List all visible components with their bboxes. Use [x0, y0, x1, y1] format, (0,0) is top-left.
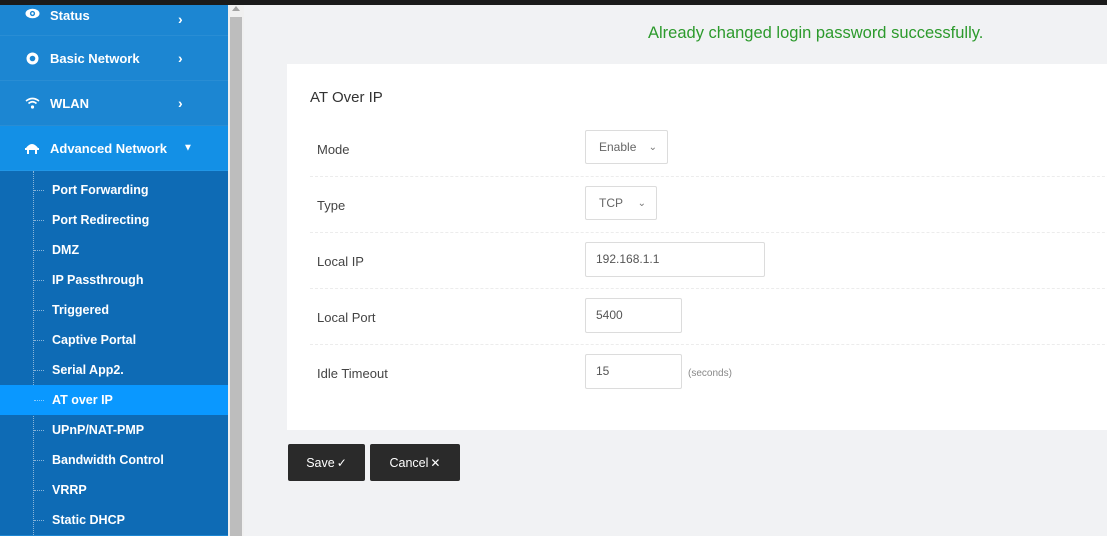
checkmark-icon: ✓	[336, 455, 347, 470]
chevron-down-icon: ⌄	[648, 142, 657, 153]
chevron-down-icon: ▼	[183, 142, 193, 154]
at-over-ip-card: AT Over IP Mode Enable ⌄ Type TCP ⌄ Loca…	[287, 64, 1107, 430]
idle-timeout-input[interactable]: 15	[585, 354, 682, 389]
chevron-right-icon: ›	[178, 11, 183, 27]
local-ip-label: Local IP	[317, 254, 364, 269]
type-select[interactable]: TCP ⌄	[585, 186, 657, 220]
cancel-button[interactable]: Cancel ✕	[370, 444, 460, 481]
cancel-button-label: Cancel	[389, 455, 429, 470]
globe-icon	[22, 52, 42, 65]
sidebar-item-advanced-network[interactable]: Advanced Network ▼	[0, 126, 228, 171]
submenu-item-ip-passthrough[interactable]: IP Passthrough	[0, 265, 228, 295]
local-port-label: Local Port	[317, 310, 376, 325]
scroll-up-arrow-icon[interactable]	[232, 6, 240, 11]
submenu-item-serial-app2[interactable]: Serial App2.	[0, 355, 228, 385]
idle-timeout-unit: (seconds)	[688, 368, 732, 379]
main-content: Already changed login password successfu…	[244, 5, 1107, 536]
save-button-label: Save	[306, 455, 335, 470]
mode-row: Mode Enable ⌄	[310, 121, 1107, 177]
eye-icon	[22, 8, 42, 19]
advanced-network-submenu: Port Forwarding Port Redirecting DMZ IP …	[0, 171, 228, 535]
idle-timeout-label: Idle Timeout	[317, 366, 388, 381]
sidebar-item-label: Basic Network	[50, 50, 140, 66]
local-port-input[interactable]: 5400	[585, 298, 682, 333]
type-label: Type	[317, 198, 346, 213]
sidebar-item-wlan[interactable]: WLAN ›	[0, 81, 228, 126]
submenu-item-vrrp[interactable]: VRRP	[0, 475, 228, 505]
success-message: Already changed login password successfu…	[648, 24, 984, 42]
mode-select[interactable]: Enable ⌄	[585, 130, 668, 164]
local-ip-input[interactable]: 192.168.1.1	[585, 242, 765, 277]
wifi-icon	[22, 97, 42, 109]
submenu-item-at-over-ip[interactable]: AT over IP	[0, 385, 228, 415]
mode-value: Enable	[599, 140, 637, 154]
sidebar-scrollbar[interactable]	[228, 5, 244, 536]
save-button[interactable]: Save ✓	[288, 444, 365, 481]
chevron-down-icon: ⌄	[637, 198, 646, 209]
type-value: TCP	[599, 196, 623, 210]
chevron-right-icon: ›	[178, 50, 183, 66]
submenu-item-triggered[interactable]: Triggered	[0, 295, 228, 325]
card-title: AT Over IP	[310, 89, 383, 106]
network-icon	[22, 142, 42, 155]
sidebar-item-label: WLAN	[50, 95, 89, 111]
sidebar-item-label: Advanced Network	[50, 140, 168, 156]
submenu-item-bandwidth-control[interactable]: Bandwidth Control	[0, 445, 228, 475]
idle-timeout-row: Idle Timeout 15 (seconds)	[310, 345, 1107, 401]
local-ip-row: Local IP 192.168.1.1	[310, 233, 1107, 289]
local-port-row: Local Port 5400	[310, 289, 1107, 345]
sidebar-item-status[interactable]: Status ›	[0, 5, 228, 36]
submenu-item-port-redirecting[interactable]: Port Redirecting	[0, 205, 228, 235]
chevron-right-icon: ›	[178, 95, 183, 111]
close-icon: ✕	[430, 455, 441, 470]
submenu-item-static-dhcp[interactable]: Static DHCP	[0, 505, 228, 535]
type-row: Type TCP ⌄	[310, 177, 1107, 233]
sidebar-item-label: Status	[50, 8, 90, 23]
submenu-item-port-forwarding[interactable]: Port Forwarding	[0, 175, 228, 205]
sidebar: Status › Basic Network › WLAN › Advanced…	[0, 5, 228, 536]
submenu-item-captive-portal[interactable]: Captive Portal	[0, 325, 228, 355]
mode-label: Mode	[317, 142, 350, 157]
submenu-item-upnp-nat-pmp[interactable]: UPnP/NAT-PMP	[0, 415, 228, 445]
scrollbar-thumb[interactable]	[230, 17, 242, 536]
sidebar-item-basic-network[interactable]: Basic Network ›	[0, 36, 228, 81]
submenu-item-dmz[interactable]: DMZ	[0, 235, 228, 265]
